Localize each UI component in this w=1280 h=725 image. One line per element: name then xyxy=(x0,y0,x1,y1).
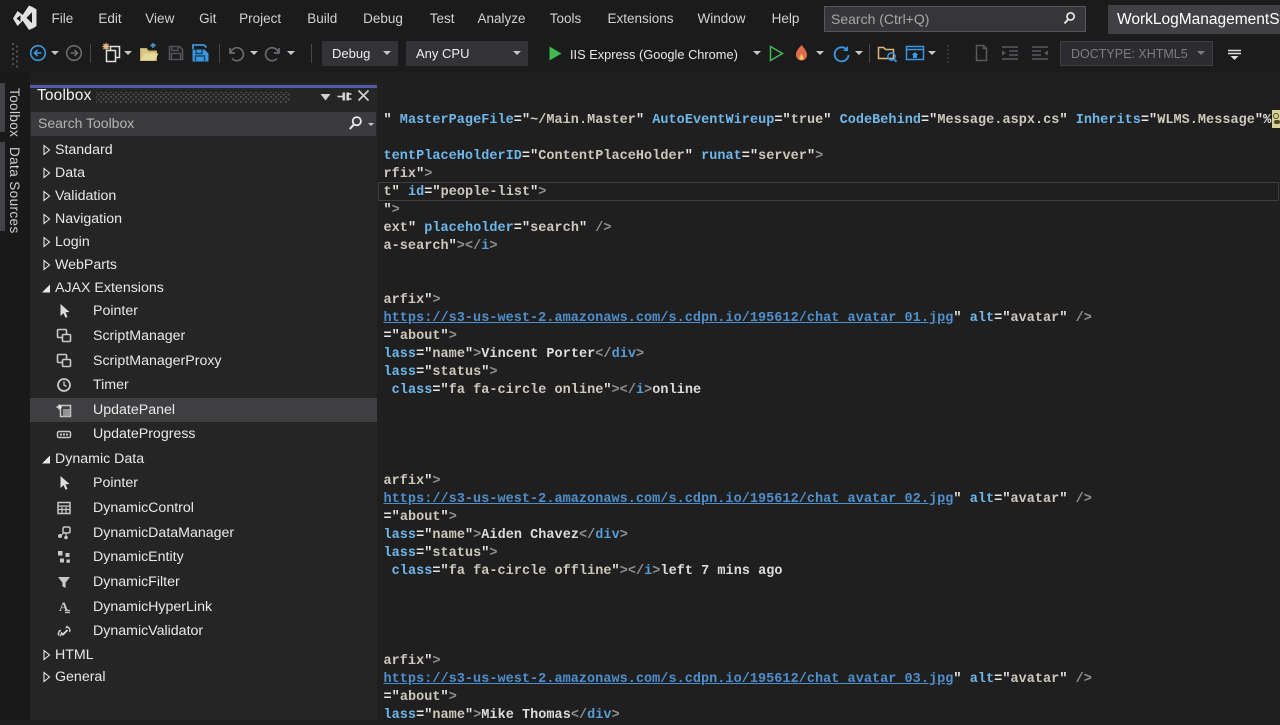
svg-text:A: A xyxy=(59,599,69,614)
